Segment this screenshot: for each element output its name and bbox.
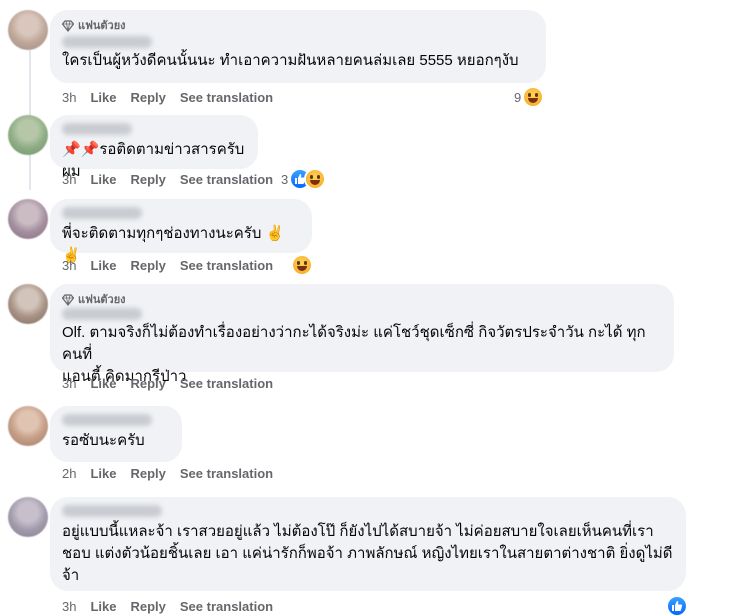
reply-button[interactable]: Reply (130, 172, 165, 187)
comment-time[interactable]: 3h (62, 599, 76, 614)
comment-actions: 2h Like Reply See translation (62, 464, 273, 482)
top-fan-badge: แฟนตัวยง (62, 292, 662, 308)
avatar[interactable] (8, 199, 48, 239)
commenter-name[interactable] (62, 207, 142, 219)
reaction-summary[interactable] (293, 256, 311, 274)
like-button[interactable]: Like (90, 258, 116, 273)
avatar[interactable] (8, 497, 48, 537)
avatar[interactable] (8, 406, 48, 446)
reaction-summary[interactable]: 3 (281, 170, 325, 188)
comment-time[interactable]: 3h (62, 258, 76, 273)
like-reaction-icon (668, 597, 686, 615)
comment-actions: 3h Like Reply See translation (62, 88, 273, 106)
comment-time[interactable]: 3h (62, 376, 76, 391)
haha-emoji-icon (293, 256, 311, 274)
fan-badge-label: แฟนตัวยง (78, 294, 126, 306)
commenter-name[interactable] (62, 36, 152, 48)
see-translation-link[interactable]: See translation (180, 599, 273, 614)
reaction-summary[interactable]: 9 (514, 88, 543, 106)
comment-actions: 3h Like Reply See translation (62, 597, 273, 615)
haha-emoji-icon (306, 170, 325, 188)
comment-actions: 3h Like Reply See translation (62, 256, 273, 274)
comment-actions: 3h Like Reply See translation (62, 374, 273, 392)
reply-button[interactable]: Reply (130, 466, 165, 481)
reply-button[interactable]: Reply (130, 599, 165, 614)
commenter-name[interactable] (62, 308, 142, 320)
reply-button[interactable]: Reply (130, 90, 165, 105)
avatar[interactable] (8, 115, 48, 155)
top-fan-badge: แฟนตัวยง (62, 18, 534, 34)
comment-time[interactable]: 3h (62, 172, 76, 187)
like-button[interactable]: Like (90, 376, 116, 391)
comment-text: อยู่แบบนี้แหละจ้า เราสวยอยู่แล้ว ไม่ต้อง… (62, 523, 673, 584)
see-translation-link[interactable]: See translation (180, 376, 273, 391)
fan-badge-label: แฟนตัวยง (78, 20, 126, 32)
reaction-count: 9 (514, 89, 522, 105)
comment-bubble: 📌📌รอติดตามข่าวสารครับผม (50, 115, 258, 180)
avatar[interactable] (8, 10, 48, 50)
comment-bubble: รอซับนะครับ (50, 406, 182, 462)
reaction-count: 3 (281, 171, 289, 187)
reply-button[interactable]: Reply (130, 258, 165, 273)
comment-bubble: พี่จะติดตามทุกๆช่องทางนะครับ ✌️✌️ (50, 199, 312, 264)
diamond-icon (62, 294, 74, 306)
comment-bubble: แฟนตัวยง ใครเป็นผู้หวังดีคนนั้นนะ ทำเอาค… (50, 10, 546, 83)
comment-time[interactable]: 2h (62, 466, 76, 481)
haha-emoji-icon (524, 88, 543, 106)
comment-text: รอซับนะครับ (62, 432, 145, 449)
see-translation-link[interactable]: See translation (180, 90, 273, 105)
commenter-name[interactable] (62, 505, 162, 517)
like-button[interactable]: Like (90, 172, 116, 187)
like-button[interactable]: Like (90, 466, 116, 481)
comment-bubble: แฟนตัวยง Olf. ตามจริงก็ไม่ต้องทำเรื่องอย… (50, 284, 674, 385)
see-translation-link[interactable]: See translation (180, 258, 273, 273)
see-translation-link[interactable]: See translation (180, 172, 273, 187)
see-translation-link[interactable]: See translation (180, 466, 273, 481)
comment-actions: 3h Like Reply See translation (62, 170, 273, 188)
avatar[interactable] (8, 284, 48, 324)
like-button[interactable]: Like (90, 599, 116, 614)
comment-bubble: อยู่แบบนี้แหละจ้า เราสวยอยู่แล้ว ไม่ต้อง… (50, 497, 686, 591)
comment-time[interactable]: 3h (62, 90, 76, 105)
commenter-name[interactable] (62, 123, 132, 135)
reply-button[interactable]: Reply (130, 376, 165, 391)
like-button[interactable]: Like (90, 90, 116, 105)
diamond-icon (62, 20, 74, 32)
reaction-summary[interactable] (668, 597, 686, 615)
commenter-name[interactable] (62, 414, 152, 426)
